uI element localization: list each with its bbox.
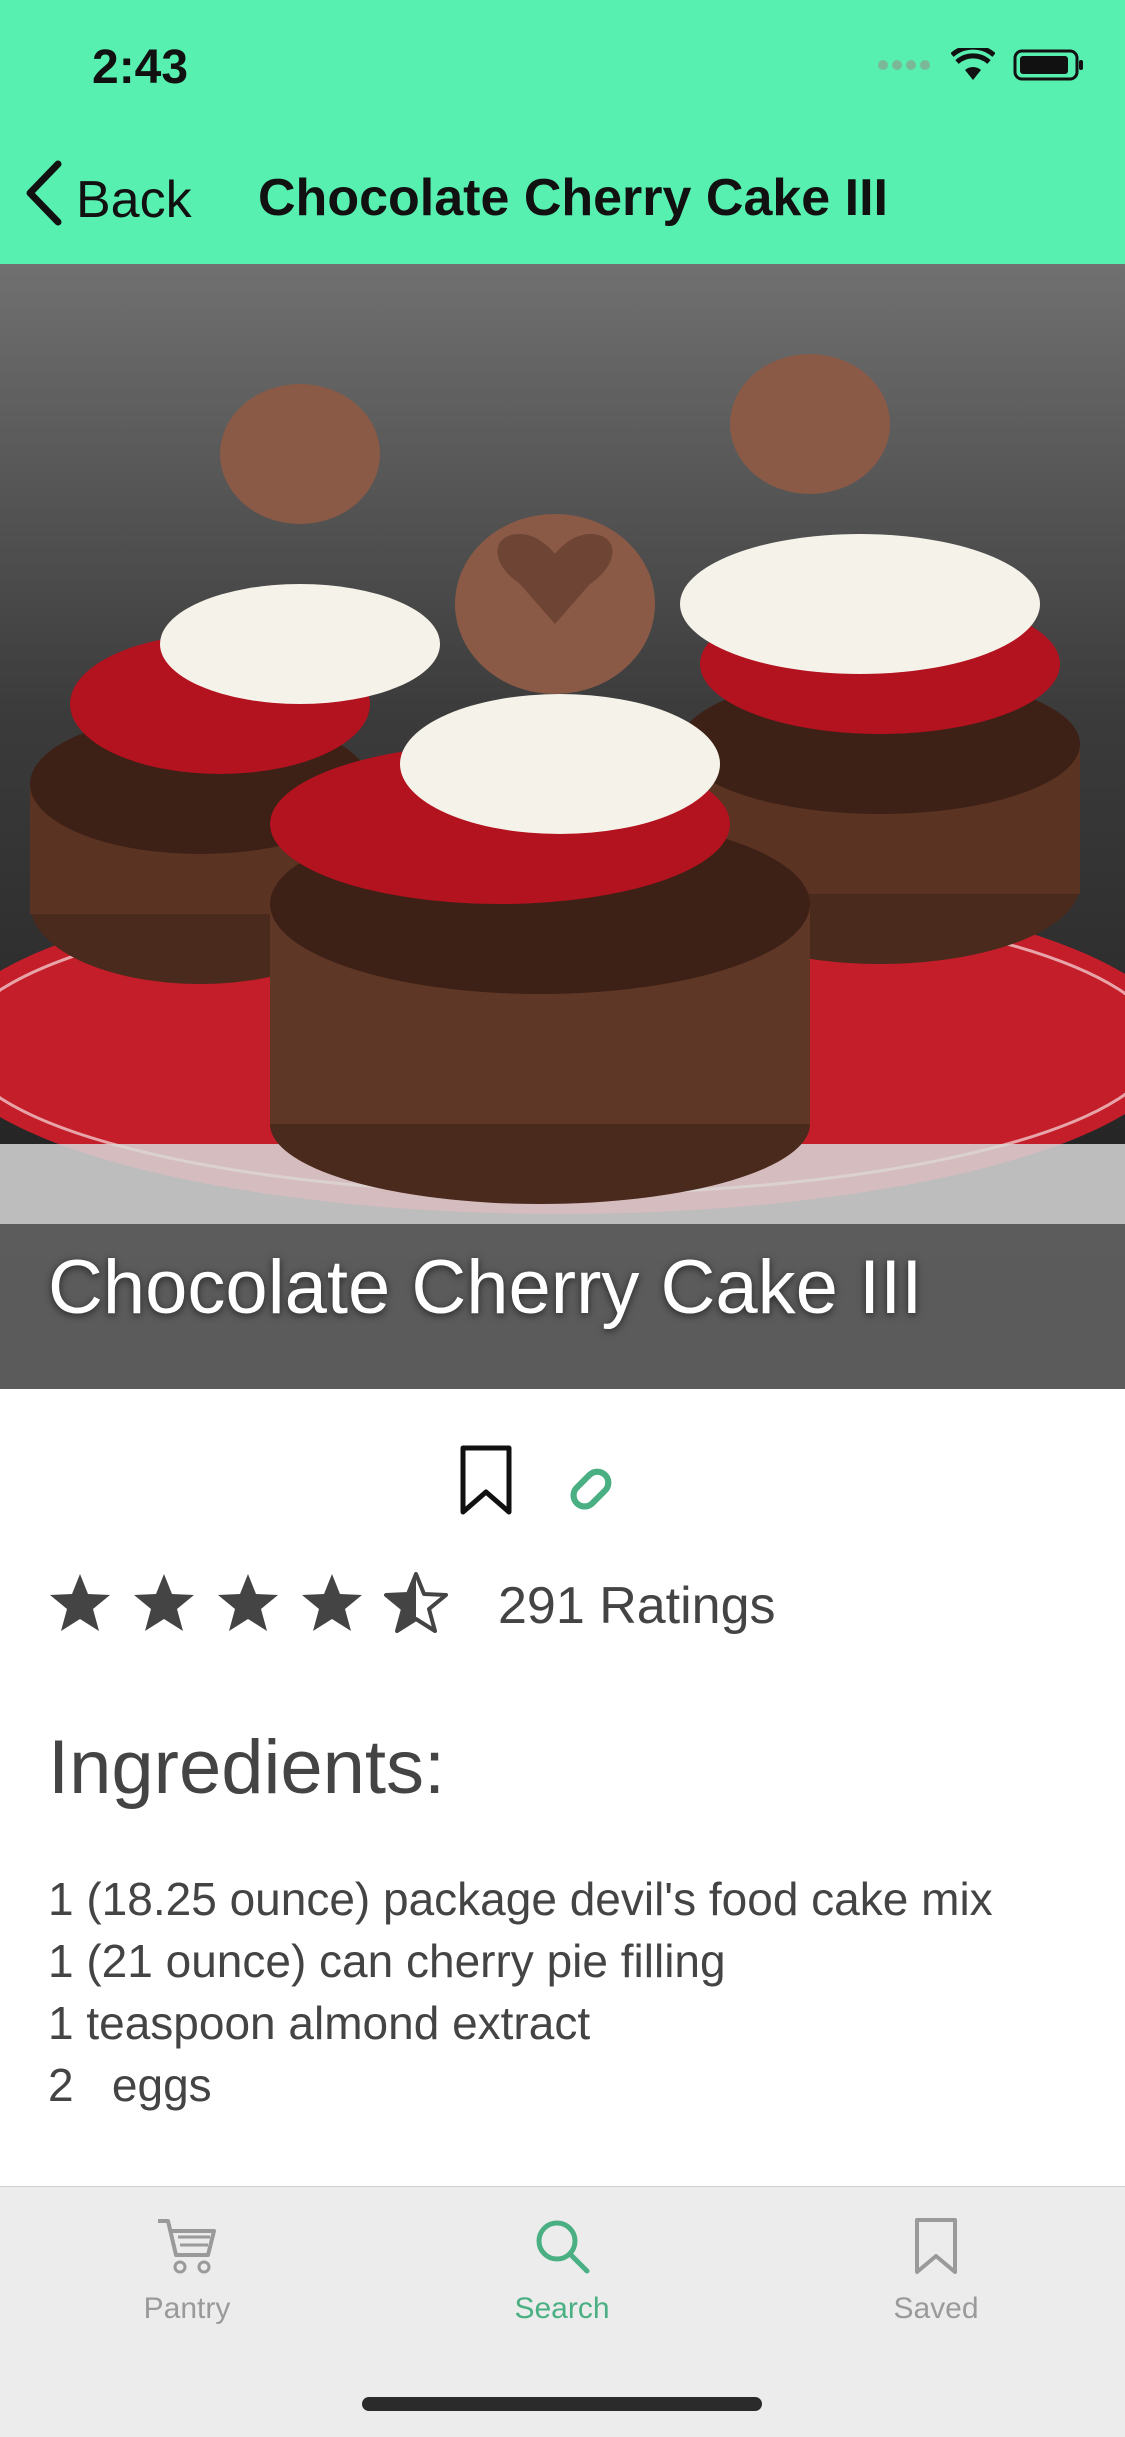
tab-label: Search — [514, 2292, 610, 2325]
star-icon — [300, 1572, 364, 1639]
star-icon — [48, 1572, 112, 1639]
ingredient-item: 1 (21 ounce) can cherry pie filling — [48, 1935, 726, 1987]
bookmark-icon — [459, 1445, 513, 1520]
recipe-image: Chocolate Cherry Cake III — [0, 264, 1125, 1389]
ingredient-list: 1 (18.25 ounce) package devil's food cak… — [48, 1868, 1068, 2116]
status-icons — [877, 44, 1085, 87]
tab-search[interactable]: Search — [442, 2217, 682, 2326]
ingredients-heading: Ingredients: — [48, 1725, 446, 1810]
ingredient-item: 1 teaspoon almond extract — [48, 1997, 591, 2049]
tab-saved[interactable]: Saved — [816, 2217, 1056, 2326]
star-icon — [216, 1572, 280, 1639]
battery-icon — [1013, 48, 1085, 87]
tab-pantry[interactable]: Pantry — [67, 2217, 307, 2326]
cake-illustration — [0, 354, 1125, 1389]
star-icon — [132, 1572, 196, 1639]
hero-title: Chocolate Cherry Cake III — [48, 1245, 923, 1330]
back-label: Back — [76, 170, 192, 229]
bookmark-button[interactable] — [459, 1444, 513, 1521]
back-button[interactable]: Back — [24, 160, 192, 239]
wifi-icon — [950, 44, 996, 87]
signal-icon — [877, 57, 933, 78]
half-star-icon — [384, 1572, 448, 1639]
rating: 291 Ratings — [48, 1572, 776, 1639]
recipe-actions — [0, 1440, 1125, 1540]
tab-label: Saved — [893, 2292, 979, 2325]
status-time: 2:43 — [92, 41, 189, 94]
cart-icon — [156, 2217, 218, 2280]
search-icon — [533, 2217, 591, 2280]
tab-label: Pantry — [143, 2292, 231, 2325]
page-title: Chocolate Cherry Cake III — [258, 169, 888, 227]
link-icon — [562, 1468, 634, 1522]
rating-count: 291 Ratings — [498, 1576, 776, 1635]
bookmark-icon — [914, 2217, 958, 2280]
chevron-left-icon — [24, 160, 64, 239]
home-indicator[interactable] — [362, 2397, 762, 2411]
ingredient-item: 1 (18.25 ounce) package devil's food cak… — [48, 1873, 993, 1925]
nav-header: 2:43 Back Chocolate Cherry Cake III — [0, 0, 1125, 264]
star-rating — [48, 1572, 448, 1639]
ingredient-item: 2 eggs — [48, 2059, 212, 2111]
link-button[interactable] — [562, 1446, 634, 1523]
